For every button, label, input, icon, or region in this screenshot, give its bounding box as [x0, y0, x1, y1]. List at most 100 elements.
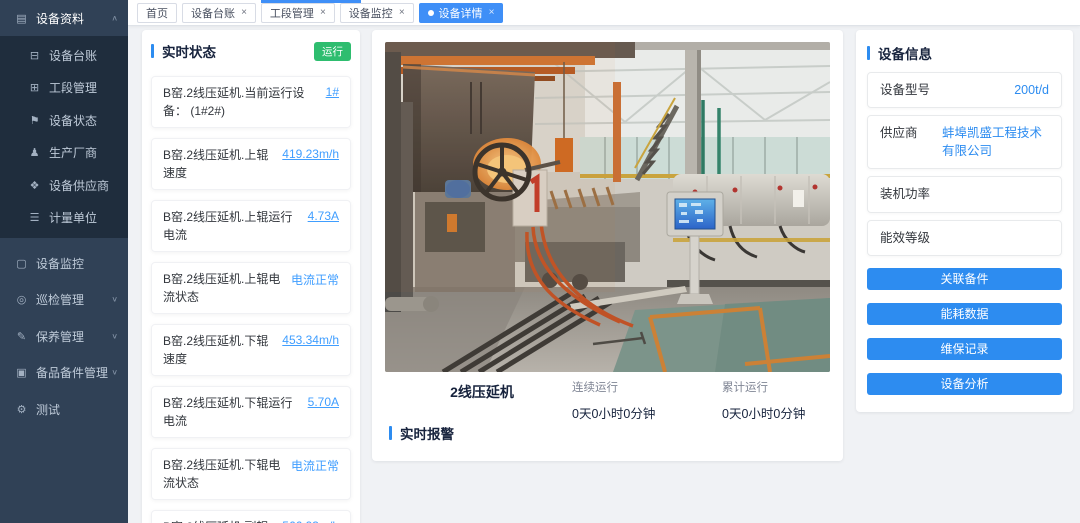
tab[interactable]: 设备监控 × — [340, 3, 414, 23]
status-label: B窑.2线压延机.下辊电流状态 — [163, 456, 285, 492]
menu-icon: ⚙ — [14, 403, 29, 416]
sidebar-item-label: 计量单位 — [49, 209, 118, 226]
sidebar: ▤ 设备资料 ∧ ⊟ 设备台账 ⊞ 工段管理 ⚑ 设备状态 ♟ 生产厂商 — [0, 0, 128, 523]
status-value-link[interactable]: 电流正常 — [291, 270, 339, 288]
device-action-button[interactable]: 能耗数据 — [867, 303, 1062, 325]
status-label: B窑.2线压延机.下辊速度 — [163, 332, 276, 368]
sidebar-subitem[interactable]: ♟ 生产厂商 — [0, 137, 128, 170]
close-icon[interactable]: × — [489, 8, 495, 18]
sidebar-item[interactable]: ▢ 设备监控 ∨ — [0, 245, 128, 282]
sidebar-submenu: ⊟ 设备台账 ⊞ 工段管理 ⚑ 设备状态 ♟ 生产厂商 ❖ 设备供应商 — [0, 36, 128, 238]
sidebar-item-label: 测试 — [36, 401, 118, 418]
sidebar-item[interactable]: ▣ 备品备件管理 ∨ — [0, 355, 128, 392]
status-value-link[interactable]: 4.73A — [308, 208, 339, 223]
active-dot-icon — [428, 10, 434, 16]
sidebar-item-label: 工段管理 — [49, 79, 118, 96]
menu-icon: ♟ — [27, 146, 42, 159]
sidebar-subitem[interactable]: ⊟ 设备台账 — [0, 39, 128, 72]
status-list-item: B窑.2线压延机.下辊电流状态 电流正常 — [151, 448, 351, 500]
device-field: 供应商 蚌埠凯盛工程技术有限公司 — [867, 115, 1062, 169]
menu-icon: ▢ — [14, 257, 29, 270]
tab-label: 设备台账 — [191, 5, 235, 21]
field-label: 装机功率 — [880, 185, 942, 203]
device-action-button[interactable]: 维保记录 — [867, 338, 1062, 360]
ledger-icon: ▤ — [14, 12, 29, 25]
tab[interactable]: 工段管理 × — [261, 3, 335, 23]
status-value-link[interactable]: 419.23m/h — [282, 146, 339, 161]
status-label: B窑.2线压延机.上辊电流状态 — [163, 270, 285, 306]
device-field: 装机功率 — [867, 176, 1062, 212]
field-label: 能效等级 — [880, 229, 942, 247]
accent-bar — [151, 44, 154, 58]
status-label: B窑.2线压延机.当前运行设备： (1#2#) — [163, 84, 320, 120]
status-label: B窑.2线压延机.上辊速度 — [163, 146, 276, 182]
menu-icon: ⊟ — [27, 49, 42, 62]
sidebar-item-label: 巡检管理 — [36, 291, 111, 308]
device-info-panel: 设备信息 设备型号 200t/d 供应商 蚌埠凯盛工程技术有限公司 装机功率 能… — [856, 30, 1073, 412]
chevron-up-icon: ∧ — [111, 13, 118, 22]
menu-icon: ❖ — [27, 179, 42, 192]
panel-title: 设备信息 — [878, 43, 932, 63]
tab[interactable]: 首页 × — [137, 3, 177, 23]
realtime-status-header: 实时状态 运行 — [151, 40, 351, 62]
sidebar-subitem[interactable]: ⚑ 设备状态 — [0, 104, 128, 137]
sidebar-subitem[interactable]: ⊞ 工段管理 — [0, 72, 128, 105]
sidebar-item[interactable]: ⚙ 测试 ∨ — [0, 391, 128, 428]
tab[interactable]: 设备台账 × — [182, 3, 256, 23]
tags-view-bar: 首页 × 设备台账 × 工段管理 × 设备监控 × 设备详情 × — [128, 0, 1080, 26]
field-label: 设备型号 — [880, 81, 942, 99]
status-value-link[interactable]: 453.34m/h — [282, 332, 339, 347]
close-icon[interactable]: × — [241, 8, 247, 18]
close-icon[interactable]: × — [320, 8, 326, 18]
status-list-item: B窑.2线压延机.上辊运行电流 4.73A — [151, 200, 351, 252]
tab-label: 设备详情 — [439, 5, 483, 21]
panel-title: 实时状态 — [162, 41, 216, 61]
menu-icon: ✎ — [14, 330, 29, 343]
equipment-name: 2线压延机 — [412, 382, 552, 402]
device-field: 能效等级 — [867, 220, 1062, 256]
stat-value: 0天0小时0分钟 — [572, 403, 655, 422]
equipment-monitor-panel: 2线压延机 连续运行 0天0小时0分钟 累计运行 0天0小时0分钟 实时报警 — [372, 30, 843, 461]
status-value-link[interactable]: 5.70A — [308, 394, 339, 409]
status-value-link[interactable]: 1# — [326, 84, 339, 99]
device-action-button[interactable]: 关联备件 — [867, 268, 1062, 290]
sidebar-item-label: 设备资料 — [36, 10, 111, 27]
running-status-badge[interactable]: 运行 — [314, 42, 351, 61]
field-value: 200t/d — [942, 81, 1049, 99]
device-action-buttons: 关联备件 能耗数据 维保记录 设备分析 — [867, 268, 1062, 395]
sidebar-subitem[interactable]: ❖ 设备供应商 — [0, 169, 128, 202]
tab-label: 工段管理 — [270, 5, 314, 21]
realtime-status-panel: 实时状态 运行 B窑.2线压延机.当前运行设备： (1#2#) 1# B窑.2线… — [142, 30, 360, 523]
device-fields: 设备型号 200t/d 供应商 蚌埠凯盛工程技术有限公司 装机功率 能效等级 — [867, 72, 1062, 256]
equipment-photo-svg — [385, 42, 830, 372]
accent-bar — [867, 46, 870, 60]
sidebar-item-label: 生产厂商 — [49, 144, 118, 161]
device-info-header: 设备信息 — [867, 42, 1062, 64]
menu-icon: ⚑ — [27, 114, 42, 127]
sidebar-item-label: 保养管理 — [36, 328, 111, 345]
tab-label: 首页 — [146, 5, 168, 21]
close-icon[interactable]: × — [399, 8, 405, 18]
sidebar-item-label: 设备监控 — [36, 255, 118, 272]
realtime-alarm-header: 实时报警 — [389, 422, 589, 444]
equipment-photo — [385, 42, 830, 372]
total-runtime-stat: 累计运行 0天0小时0分钟 — [722, 379, 805, 422]
sidebar-subitem[interactable]: ☰ 计量单位 — [0, 202, 128, 235]
sidebar-item-label: 设备供应商 — [49, 177, 118, 194]
chevron-down-icon: ∨ — [111, 368, 118, 377]
sidebar-item-device-info[interactable]: ▤ 设备资料 ∧ — [0, 0, 128, 36]
status-list-item: B窑.2线压延机.当前运行设备： (1#2#) 1# — [151, 76, 351, 128]
status-label: B窑.2线压延机.上辊运行电流 — [163, 208, 302, 244]
status-label: B窑.2线压延机.下辊运行电流 — [163, 394, 302, 430]
tab[interactable]: 设备详情 × — [419, 3, 504, 23]
sidebar-item[interactable]: ◎ 巡检管理 ∨ — [0, 282, 128, 319]
sidebar-item[interactable]: ✎ 保养管理 ∨ — [0, 318, 128, 355]
status-value-link[interactable]: 电流正常 — [291, 456, 339, 474]
menu-icon: ☰ — [27, 211, 42, 224]
chevron-down-icon: ∨ — [111, 332, 118, 341]
chevron-down-icon: ∨ — [111, 295, 118, 304]
status-list-item: B窑.2线压延机.下辊运行电流 5.70A — [151, 386, 351, 438]
status-list: B窑.2线压延机.当前运行设备： (1#2#) 1# B窑.2线压延机.上辊速度… — [151, 76, 351, 523]
status-value-link[interactable]: 566.93m/h — [282, 518, 339, 523]
device-action-button[interactable]: 设备分析 — [867, 373, 1062, 395]
